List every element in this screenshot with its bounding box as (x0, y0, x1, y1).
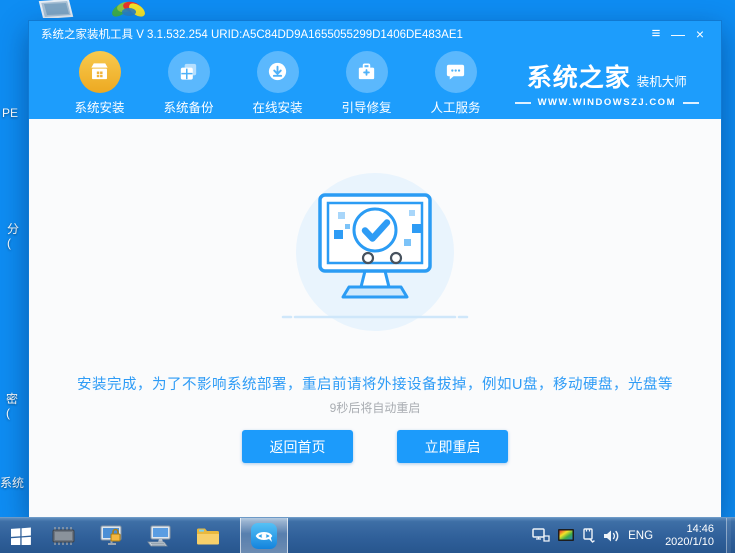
taskbar-chip-app[interactable] (44, 518, 84, 553)
nav-item-support-service[interactable]: 人工服务 (411, 50, 500, 116)
monitor-check-illustration (281, 193, 469, 319)
clock-date: 2020/1/10 (665, 535, 714, 548)
brand-website: WWW.WINDOWSZJ.COM (537, 97, 676, 108)
minimize-icon[interactable]: — (667, 27, 689, 41)
main-content: 安装完成，为了不影响系统部署，重启前请将外接设备拔掉，例如U盘，移动硬盘，光盘等… (29, 119, 721, 518)
volume-tray-icon[interactable] (603, 529, 620, 543)
system-tray: ENG 14:46 2020/1/10 (532, 517, 735, 553)
taskbar-computer-app[interactable] (140, 518, 180, 553)
zhuangji-app-icon (251, 522, 277, 549)
nav-label: 系统安装 (74, 100, 125, 115)
network-tray-icon[interactable] (532, 528, 550, 543)
auto-restart-countdown: 9秒后将自动重启 (329, 401, 421, 415)
brand-name: 系统之家 (526, 64, 631, 92)
monitor-keyboard-icon (147, 525, 171, 546)
language-indicator[interactable]: ENG (628, 530, 653, 542)
titlebar: 系统之家装机工具 V 3.1.532.254 URID:A5C84DD9A165… (29, 21, 721, 47)
nav-label: 人工服务 (430, 100, 481, 115)
boot-repair-icon (345, 50, 388, 93)
button-row: 返回首页 立即重启 (29, 430, 721, 463)
memory-chip-icon (52, 526, 75, 545)
restart-button[interactable]: 立即重启 (397, 430, 508, 463)
clock-time: 14:46 (686, 522, 714, 535)
taskbar-zhuangji-app-active[interactable] (240, 518, 288, 553)
home-button[interactable]: 返回首页 (242, 430, 353, 463)
nav-label: 引导修复 (341, 100, 392, 115)
nav-bar: 系统安装 系统备份 在线安装 引导修复 人工服务 系统之家 装机大师 WWW.W… (29, 47, 721, 119)
support-service-icon (434, 50, 477, 93)
start-button[interactable] (0, 518, 42, 553)
taskbar-secure-system-app[interactable] (92, 518, 132, 553)
taskbar: ENG 14:46 2020/1/10 (0, 517, 735, 553)
desktop-label-fragment[interactable]: 系统 (0, 476, 24, 490)
folder-icon (197, 528, 219, 544)
usb-eject-tray-icon[interactable] (582, 528, 595, 543)
close-icon[interactable]: × (689, 27, 711, 41)
desktop-label-fragment[interactable]: 密( (6, 392, 19, 420)
show-desktop-button[interactable] (726, 517, 731, 553)
nav-label: 在线安装 (252, 100, 303, 115)
online-install-icon (256, 50, 299, 93)
logo-dash (514, 101, 531, 104)
desktop-label-fragment[interactable]: PE (2, 106, 18, 120)
app-window: 系统之家装机工具 V 3.1.532.254 URID:A5C84DD9A165… (28, 20, 722, 518)
desktop: PE 分( 密( 系统 系统之家装机工具 V 3.1.532.254 URID:… (0, 0, 735, 553)
monitor-lock-icon (100, 525, 122, 545)
logo-dash (683, 101, 699, 104)
menu-icon[interactable]: ≡ (645, 26, 667, 41)
install-complete-message: 安装完成，为了不影响系统部署，重启前请将外接设备拔掉，例如U盘，移动硬盘，光盘等 (77, 377, 673, 393)
clock[interactable]: 14:46 2020/1/10 (661, 523, 718, 549)
brand-logo: 系统之家 装机大师 WWW.WINDOWSZJ.COM (514, 58, 699, 108)
nav-item-system-install[interactable]: 系统安装 (55, 50, 144, 116)
system-backup-icon (167, 50, 210, 93)
desktop-label-fragment[interactable]: 分( (7, 222, 20, 250)
nav-item-boot-repair[interactable]: 引导修复 (322, 50, 411, 116)
nav-item-system-backup[interactable]: 系统备份 (144, 50, 233, 116)
window-title: 系统之家装机工具 V 3.1.532.254 URID:A5C84DD9A165… (41, 29, 463, 41)
nav-label: 系统备份 (163, 100, 214, 115)
system-install-icon (78, 50, 121, 93)
display-color-tray-icon[interactable] (558, 529, 575, 542)
windows-logo-icon (11, 527, 31, 545)
nav-item-online-install[interactable]: 在线安装 (233, 50, 322, 116)
brand-tagline: 装机大师 (636, 75, 687, 89)
taskbar-file-explorer[interactable] (188, 518, 228, 553)
